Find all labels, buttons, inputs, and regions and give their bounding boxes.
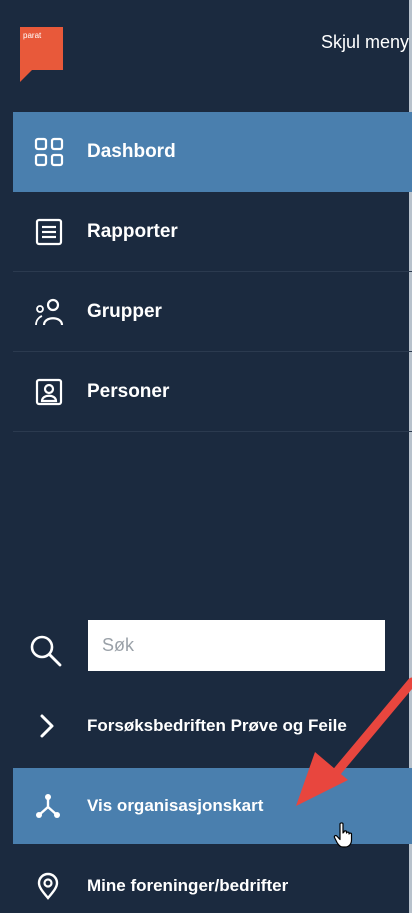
search-row bbox=[0, 612, 412, 682]
company-name: Forsøksbedriften Prøve og Feile bbox=[87, 716, 347, 735]
document-list-icon bbox=[35, 218, 63, 246]
org-chart-label: Vis organisasjonskart bbox=[87, 796, 264, 815]
org-chart-icon bbox=[36, 794, 60, 818]
my-organizations-label: Mine foreninger/bedrifter bbox=[87, 876, 289, 895]
nav-item-personer[interactable]: Personer bbox=[13, 352, 412, 432]
hand-cursor-icon bbox=[333, 822, 353, 848]
hide-menu-button[interactable]: Skjul meny bbox=[321, 32, 409, 53]
search-input[interactable] bbox=[88, 620, 385, 671]
sidebar-menu: parat Skjul meny Dashbord Rapporter Grup… bbox=[0, 0, 412, 913]
nav-item-rapporter[interactable]: Rapporter bbox=[13, 192, 412, 272]
main-nav: Dashbord Rapporter Grupper Personer bbox=[13, 112, 412, 432]
nav-item-label: Personer bbox=[87, 381, 170, 402]
logo-text: parat bbox=[23, 31, 42, 40]
location-pin-icon bbox=[37, 872, 59, 900]
company-selector[interactable]: Forsøksbedriften Prøve og Feile bbox=[13, 688, 412, 764]
chevron-right-icon bbox=[40, 714, 54, 738]
search-icon[interactable] bbox=[29, 634, 63, 668]
sidebar-header: parat Skjul meny bbox=[0, 0, 412, 110]
group-icon bbox=[35, 298, 64, 326]
parat-logo[interactable]: parat bbox=[20, 27, 63, 82]
nav-item-label: Dashbord bbox=[87, 141, 176, 162]
nav-item-dashbord[interactable]: Dashbord bbox=[13, 112, 412, 192]
grid-icon bbox=[34, 137, 64, 167]
person-badge-icon bbox=[35, 378, 63, 406]
nav-item-grupper[interactable]: Grupper bbox=[13, 272, 412, 352]
my-organizations-button[interactable]: Mine foreninger/bedrifter bbox=[13, 848, 412, 913]
nav-item-label: Rapporter bbox=[87, 221, 178, 242]
nav-item-label: Grupper bbox=[87, 301, 162, 322]
